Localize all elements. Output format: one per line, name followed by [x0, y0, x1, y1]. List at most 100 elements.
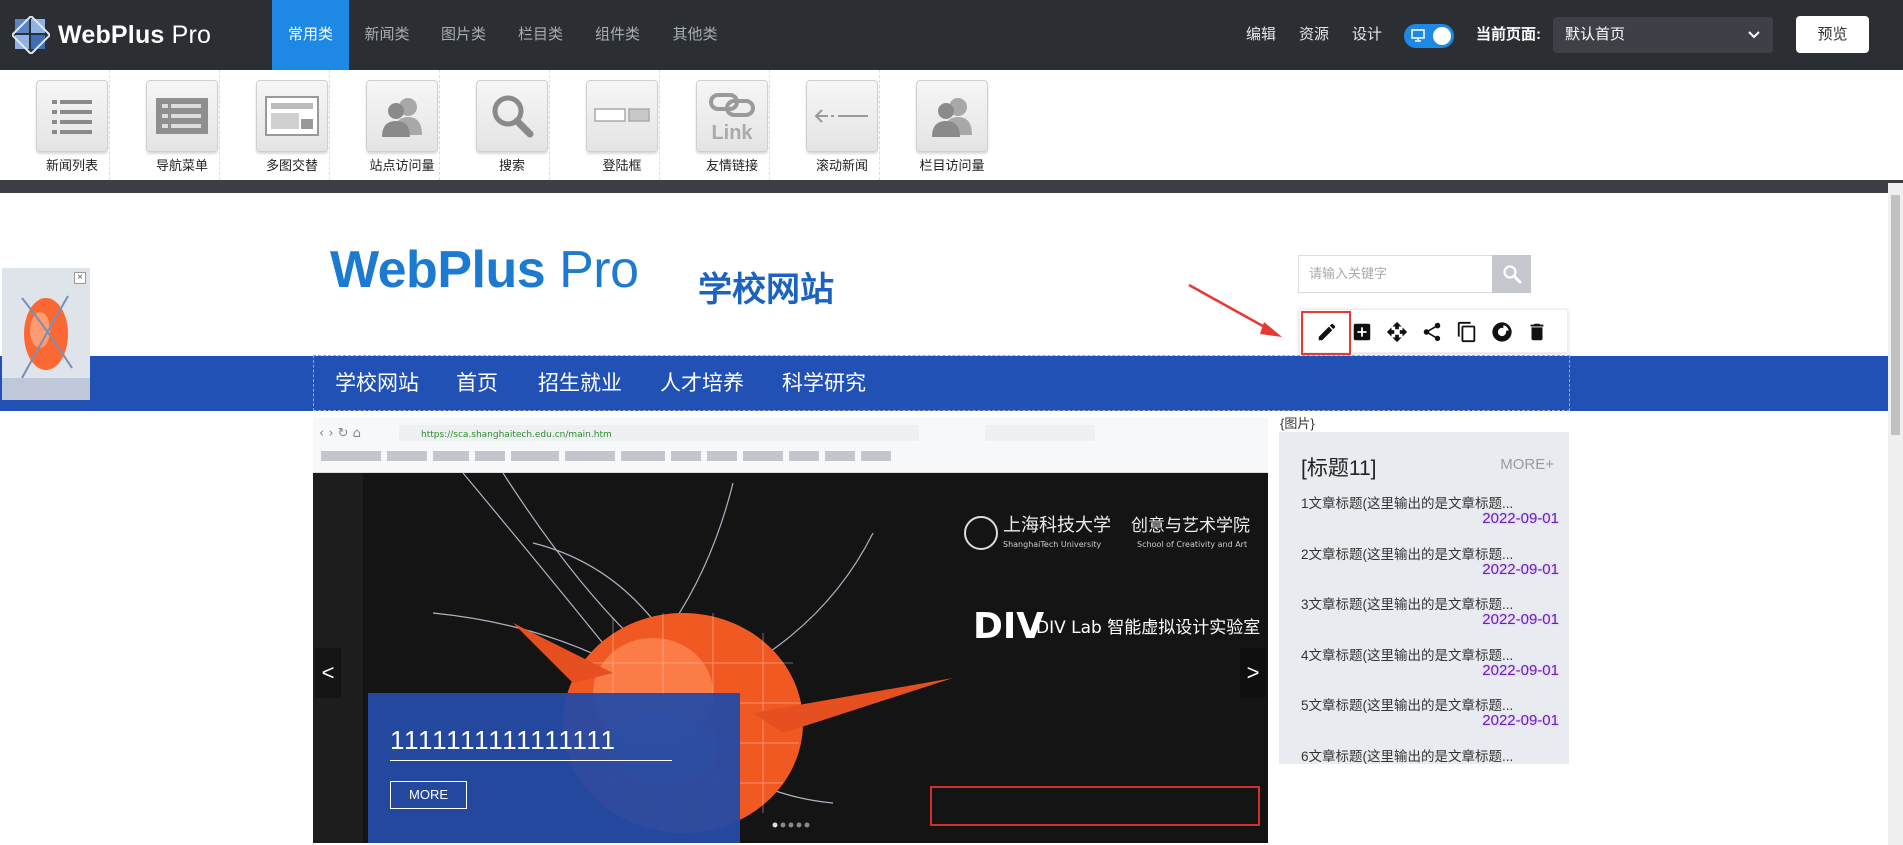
component-label: 搜索	[498, 158, 525, 173]
tab-images[interactable]: 图片类	[425, 0, 502, 70]
monitor-icon	[1411, 29, 1425, 42]
resources-menu[interactable]: 资源	[1299, 0, 1329, 70]
users-icon	[916, 80, 988, 152]
news-item-title[interactable]: 5文章标题(这里输出的是文章标题...	[1301, 694, 1561, 714]
news-item-title[interactable]: 6文章标题(这里输出的是文章标题...	[1301, 745, 1561, 764]
component-news-list[interactable]: 新闻列表	[0, 70, 110, 180]
search-button[interactable]	[1492, 255, 1531, 293]
close-icon[interactable]: ×	[74, 272, 86, 284]
search-icon	[476, 80, 548, 152]
news-item-title[interactable]: 4文章标题(这里输出的是文章标题...	[1301, 644, 1561, 664]
tab-news[interactable]: 新闻类	[349, 0, 425, 70]
component-label: 友情链接	[705, 158, 758, 173]
banner-prev-arrow[interactable]: <	[315, 648, 341, 698]
copy-icon[interactable]	[1456, 321, 1478, 343]
refresh-icon[interactable]	[1491, 321, 1513, 343]
annotation-arrow	[1188, 283, 1282, 337]
news-item-date: 2022-09-01	[1482, 712, 1559, 729]
component-tray: 新闻列表 导航菜单 多图交替 站点访问量 搜索 登陆框 Link 友情链接 滚动…	[0, 70, 1903, 180]
move-icon[interactable]	[1386, 321, 1408, 343]
component-label: 站点访问量	[369, 158, 435, 173]
svg-text:Link: Link	[711, 122, 753, 143]
chevron-down-icon	[1748, 31, 1760, 39]
image-placeholder-label: {图片}	[1280, 416, 1315, 431]
component-column-visits[interactable]: 栏目访问量	[880, 70, 990, 180]
news-list-icon	[36, 80, 108, 152]
banner-url: https://sca.shanghaitech.edu.cn/main.htm	[421, 430, 612, 440]
current-page-select[interactable]: 默认首页	[1553, 17, 1773, 53]
floating-ad[interactable]: ×	[2, 268, 90, 400]
component-login-box[interactable]: 登陆框	[550, 70, 660, 180]
news-panel-title: [标题11]	[1301, 457, 1377, 480]
banner-next-arrow[interactable]: >	[1240, 648, 1266, 698]
component-site-visits[interactable]: 站点访问量	[330, 70, 440, 180]
banner-browser-screenshot-bar: ‹ › ↻ ⌂ https://sca.shanghaitech.edu.cn/…	[313, 418, 1268, 473]
component-friend-links[interactable]: Link 友情链接	[660, 70, 770, 180]
nav-menu-icon	[146, 80, 218, 152]
canvas-scrollbar[interactable]	[1888, 183, 1903, 845]
banner-more-button[interactable]: MORE	[390, 781, 467, 809]
banner-overlay-univ-en: ShanghaiTech University	[1003, 540, 1101, 549]
app-name: WebPlus	[58, 20, 165, 49]
component-scroll-news[interactable]: 滚动新闻	[770, 70, 880, 180]
scrollbar-thumb[interactable]	[1891, 195, 1900, 435]
site-search[interactable]: 请输入关键字	[1298, 255, 1531, 293]
component-nav-menu[interactable]: 导航菜单	[110, 70, 220, 180]
multi-image-icon	[256, 80, 328, 152]
banner-overlay-school-cn: 创意与艺术学院	[1131, 516, 1250, 536]
tab-common[interactable]: 常用类	[272, 0, 349, 70]
banner-slider[interactable]: ‹ › ↻ ⌂ https://sca.shanghaitech.edu.cn/…	[313, 418, 1268, 843]
nav-selection-outline	[313, 355, 1570, 411]
component-label: 滚动新闻	[815, 158, 868, 173]
site-logo-suffix: Pro	[545, 241, 639, 299]
news-item-title[interactable]: 2文章标题(这里输出的是文章标题...	[1301, 543, 1561, 563]
banner-overlay-school-en: School of Creativity and Art	[1137, 540, 1247, 549]
component-search[interactable]: 搜索	[440, 70, 550, 180]
nav-item-research[interactable]: 科学研究	[782, 356, 866, 411]
nav-item-school[interactable]: 学校网站	[335, 356, 419, 411]
component-label: 新闻列表	[45, 158, 98, 173]
tab-other[interactable]: 其他类	[656, 0, 734, 70]
news-item-date: 2022-09-01	[1482, 611, 1559, 628]
nav-item-home[interactable]: 首页	[456, 356, 498, 411]
nav-item-admissions[interactable]: 招生就业	[538, 356, 622, 411]
add-box-icon[interactable]	[1351, 321, 1373, 343]
site-name[interactable]: 学校网站	[698, 262, 834, 311]
app-logo: WebPlus Pro	[12, 13, 211, 57]
canvas-separator	[0, 180, 1903, 193]
site-logo-text: WebPlus	[330, 241, 546, 299]
pencil-icon[interactable]	[1316, 321, 1338, 343]
nav-item-talent[interactable]: 人才培养	[660, 356, 744, 411]
news-item-title[interactable]: 1文章标题(这里输出的是文章标题...	[1301, 492, 1561, 512]
login-box-icon	[586, 80, 658, 152]
component-label: 栏目访问量	[919, 158, 985, 173]
news-more-link[interactable]: MORE+	[1500, 456, 1554, 473]
scroll-news-icon	[806, 80, 878, 152]
users-icon	[366, 80, 438, 152]
design-menu[interactable]: 设计	[1352, 0, 1382, 70]
search-icon	[1502, 265, 1521, 284]
component-multi-image[interactable]: 多图交替	[220, 70, 330, 180]
tab-widgets[interactable]: 组件类	[579, 0, 656, 70]
delete-icon[interactable]	[1526, 321, 1548, 343]
edit-menu[interactable]: 编辑	[1246, 0, 1276, 70]
preview-button[interactable]: 预览	[1796, 16, 1869, 53]
device-toggle[interactable]	[1404, 24, 1454, 48]
news-item-date: 2022-09-01	[1482, 510, 1559, 527]
banner-overlay-univ-cn: 上海科技大学	[1003, 515, 1111, 536]
component-label: 登陆框	[602, 158, 642, 173]
banner-caption: 1111111111111111 MORE	[368, 693, 740, 843]
search-input[interactable]: 请输入关键字	[1309, 256, 1387, 292]
site-logo[interactable]: WebPlus Pro	[330, 240, 639, 300]
banner-caption-title: 1111111111111111	[390, 725, 672, 761]
news-item-date: 2022-09-01	[1482, 561, 1559, 578]
annotation-red-box	[930, 786, 1260, 826]
news-item-title[interactable]: 3文章标题(这里输出的是文章标题...	[1301, 593, 1561, 613]
link-icon: Link	[696, 80, 768, 152]
banner-overlay-div: DIV	[973, 606, 1044, 647]
news-panel[interactable]: [标题11] MORE+ 1文章标题(这里输出的是文章标题... 2022-09…	[1279, 432, 1569, 764]
share-icon[interactable]	[1421, 321, 1443, 343]
component-label: 多图交替	[265, 158, 318, 173]
tab-columns[interactable]: 栏目类	[502, 0, 579, 70]
news-item-date: 2022-09-01	[1482, 662, 1559, 679]
